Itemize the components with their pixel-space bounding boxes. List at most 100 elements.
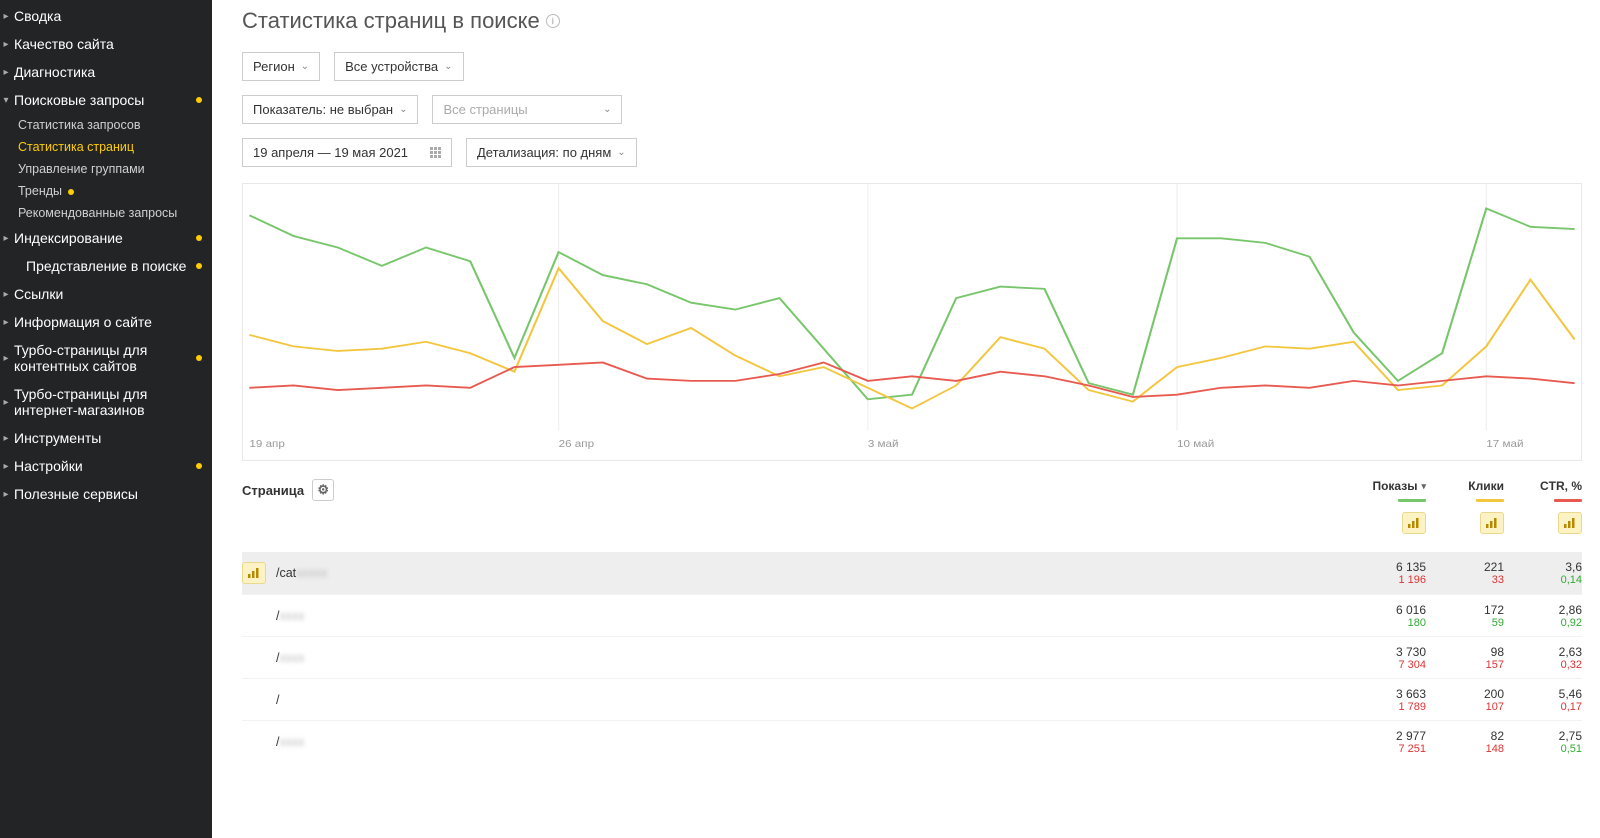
- chevron-down-icon: ⌄: [301, 61, 309, 72]
- table: Страница ⚙ Показы▾КликиCTR, % /catxxxxx6…: [242, 479, 1582, 762]
- metric-cell: 22133: [1426, 560, 1504, 586]
- detail-select-label: Детализация: по дням: [477, 145, 611, 160]
- column-header-0[interactable]: Показы▾: [1348, 479, 1426, 534]
- metric-cell: 98157: [1426, 645, 1504, 671]
- metric-select[interactable]: Показатель: не выбран ⌄: [242, 95, 418, 124]
- main-content: Статистика страниц в поиске i Регион ⌄ В…: [212, 0, 1600, 838]
- row-url: /xxxx: [276, 609, 1348, 623]
- caret-down-icon: ▾: [2, 95, 10, 106]
- sidebar-item-label: Представление в поиске: [26, 258, 190, 274]
- chart: 19 апр26 апр3 май10 май17 май: [242, 183, 1582, 461]
- chevron-down-icon: ⌄: [603, 104, 611, 115]
- calendar-icon: [430, 147, 441, 158]
- mini-chart-icon[interactable]: [242, 562, 266, 584]
- caret-right-icon: ▸: [2, 11, 10, 22]
- table-row[interactable]: /xxxx6 016180172592,860,92: [242, 594, 1582, 636]
- caret-right-icon: ▸: [2, 317, 10, 328]
- chevron-down-icon: ⌄: [617, 147, 625, 158]
- metric-cell: 17259: [1426, 603, 1504, 629]
- sidebar-item-label: Настройки: [14, 458, 190, 474]
- notification-dot-icon: [196, 235, 202, 241]
- date-range-picker[interactable]: 19 апреля — 19 мая 2021: [242, 138, 452, 167]
- sidebar-item-9[interactable]: ▸ Турбо-страницы для интернет-магазинов: [0, 380, 212, 424]
- sidebar-item-label: Качество сайта: [14, 36, 202, 52]
- page-title-text: Статистика страниц в поиске: [242, 8, 540, 34]
- sidebar-subitem-3-3[interactable]: Тренды: [18, 180, 212, 202]
- metric-cell: 5,460,17: [1504, 687, 1582, 713]
- mini-chart-icon[interactable]: [1558, 512, 1582, 534]
- pages-select[interactable]: Все страницы ⌄: [432, 95, 622, 124]
- sidebar-item-label: Индексирование: [14, 230, 190, 246]
- detail-select[interactable]: Детализация: по дням ⌄: [466, 138, 637, 167]
- info-icon[interactable]: i: [546, 14, 560, 28]
- caret-right-icon: ▸: [2, 461, 10, 472]
- chevron-down-icon: ⌄: [399, 104, 407, 115]
- column-underline: [1554, 499, 1582, 502]
- sidebar-item-12[interactable]: ▸Полезные сервисы: [0, 480, 212, 508]
- notification-dot-icon: [196, 97, 202, 103]
- row-url: /xxxx: [276, 651, 1348, 665]
- sidebar-item-2[interactable]: ▸Диагностика: [0, 58, 212, 86]
- metric-cell: 2 9777 251: [1348, 729, 1426, 755]
- svg-text:17 май: 17 май: [1486, 439, 1523, 450]
- notification-dot-icon: [196, 263, 202, 269]
- sidebar-item-0[interactable]: ▸ Сводка: [0, 2, 212, 30]
- column-header-page-label: Страница: [242, 483, 304, 498]
- sidebar-item-label: Сводка: [14, 8, 202, 24]
- column-header-label: Показы▾: [1372, 479, 1426, 493]
- sidebar-item-3[interactable]: ▾ Поисковые запросы: [0, 86, 212, 114]
- column-header-2[interactable]: CTR, %: [1504, 479, 1582, 534]
- sidebar-item-8[interactable]: ▸Турбо-страницы для контентных сайтов: [0, 336, 212, 380]
- svg-text:26 апр: 26 апр: [559, 439, 594, 450]
- metric-cell: 82148: [1426, 729, 1504, 755]
- chevron-down-icon: ⌄: [444, 61, 452, 72]
- metric-cell: 3,60,14: [1504, 560, 1582, 586]
- devices-filter-label: Все устройства: [345, 59, 438, 74]
- gear-icon[interactable]: ⚙: [312, 479, 334, 501]
- notification-dot-icon: [196, 355, 202, 361]
- devices-filter[interactable]: Все устройства ⌄: [334, 52, 463, 81]
- notification-dot-icon: [196, 463, 202, 469]
- sidebar-item-label: Поисковые запросы: [14, 92, 190, 108]
- sidebar: ▸Сводка▸Качество сайта▸Диагностика▾Поиск…: [0, 0, 212, 838]
- mini-chart-icon[interactable]: [1402, 512, 1426, 534]
- table-row[interactable]: /catxxxxx6 1351 196221333,60,14: [242, 552, 1582, 594]
- sidebar-subitem-3-4[interactable]: Рекомендованные запросы: [18, 202, 212, 224]
- svg-text:10 май: 10 май: [1177, 439, 1214, 450]
- sidebar-subitem-3-2[interactable]: Управление группами: [18, 158, 212, 180]
- sidebar-item-10[interactable]: ▸Инструменты: [0, 424, 212, 452]
- sidebar-subitem-3-1[interactable]: Статистика страниц: [18, 136, 212, 158]
- sidebar-item-11[interactable]: ▸ Настройки: [0, 452, 212, 480]
- caret-right-icon: ▸: [2, 353, 10, 364]
- sidebar-item-label: Ссылки: [14, 286, 202, 302]
- caret-right-icon: ▸: [2, 397, 10, 408]
- sidebar-item-label: Инструменты: [14, 430, 202, 446]
- region-filter-label: Регион: [253, 59, 295, 74]
- row-url: /: [276, 693, 1348, 707]
- sidebar-item-4[interactable]: ▸ Индексирование: [0, 224, 212, 252]
- sidebar-item-label: Информация о сайте: [14, 314, 202, 330]
- sidebar-item-5[interactable]: Представление в поиске: [0, 252, 212, 280]
- metric-cell: 2,630,32: [1504, 645, 1582, 671]
- metric-cell: 6 1351 196: [1348, 560, 1426, 586]
- table-row[interactable]: /3 6631 7892001075,460,17: [242, 678, 1582, 720]
- table-row[interactable]: /xxxx2 9777 251821482,750,51: [242, 720, 1582, 762]
- notification-dot-icon: [68, 189, 74, 195]
- sidebar-item-label: Турбо-страницы для интернет-магазинов: [14, 386, 202, 418]
- metric-cell: 6 016180: [1348, 603, 1426, 629]
- row-url: /xxxx: [276, 735, 1348, 749]
- sidebar-item-7[interactable]: ▸ Информация о сайте: [0, 308, 212, 336]
- metric-cell: 2,750,51: [1504, 729, 1582, 755]
- page-title: Статистика страниц в поиске i: [242, 8, 1582, 34]
- caret-right-icon: ▸: [2, 233, 10, 244]
- sidebar-subitem-3-0[interactable]: Статистика запросов: [18, 114, 212, 136]
- column-header-1[interactable]: Клики: [1426, 479, 1504, 534]
- region-filter[interactable]: Регион ⌄: [242, 52, 320, 81]
- mini-chart-icon[interactable]: [1480, 512, 1504, 534]
- caret-right-icon: ▸: [2, 289, 10, 300]
- metric-cell: 3 7307 304: [1348, 645, 1426, 671]
- sidebar-item-label: Полезные сервисы: [14, 486, 202, 502]
- sidebar-item-6[interactable]: ▸ Ссылки: [0, 280, 212, 308]
- sidebar-item-1[interactable]: ▸Качество сайта: [0, 30, 212, 58]
- table-row[interactable]: /xxxx3 7307 304981572,630,32: [242, 636, 1582, 678]
